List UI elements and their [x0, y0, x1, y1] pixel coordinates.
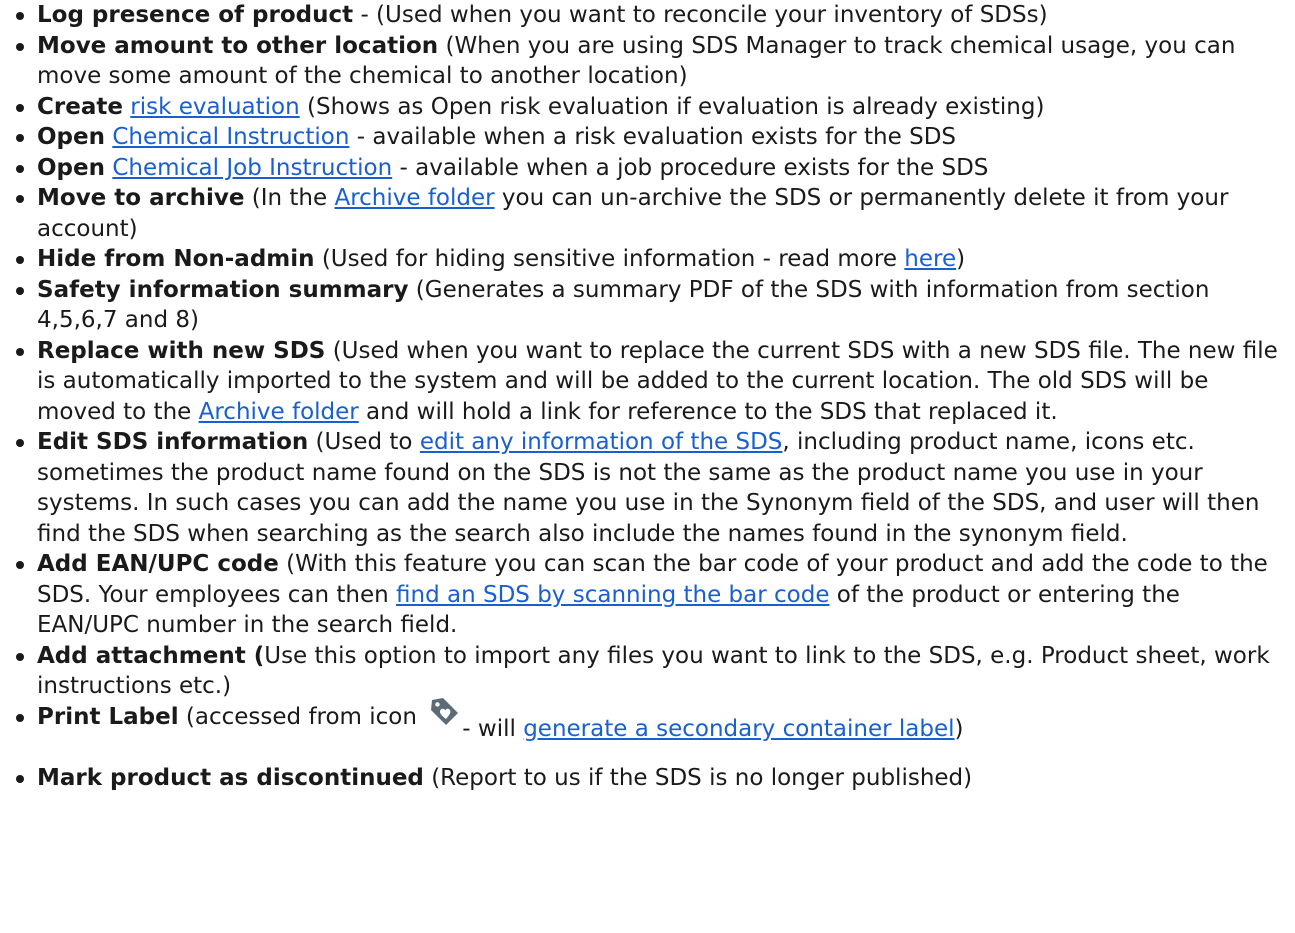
item-title: Move amount to other location — [37, 32, 439, 59]
archive-folder-link[interactable]: Archive folder — [334, 185, 494, 211]
item-pre: (Used to — [308, 429, 420, 455]
item-title: Create — [37, 93, 123, 120]
item-pre: (accessed from icon — [178, 703, 425, 730]
item-title: Hide from Non-admin — [37, 246, 315, 272]
list-item: Mark product as discontinued (Report to … — [16, 763, 1282, 794]
item-text: - available when a job procedure exists … — [392, 154, 989, 181]
list-item: Log presence of product - (Used when you… — [16, 0, 1282, 31]
tag-heart-icon-graphic — [431, 697, 459, 725]
list-item: Print Label (accessed from icon - will g… — [16, 697, 1282, 763]
archive-folder-link[interactable]: Archive folder — [199, 399, 359, 425]
chemical-instruction-link[interactable]: Chemical Instruction — [112, 124, 349, 150]
item-text: ) — [956, 246, 966, 272]
list-item: Move amount to other location (When you … — [16, 31, 1282, 92]
list-item: Move to archive (In the Archive folder y… — [16, 183, 1282, 244]
list-item: Create risk evaluation (Shows as Open ri… — [16, 92, 1282, 123]
generate-label-link[interactable]: generate a secondary container label — [523, 716, 954, 742]
list-item: Hide from Non-admin (Used for hiding sen… — [16, 244, 1282, 275]
item-pre: (Used for hiding sensitive information -… — [314, 246, 905, 272]
item-title: Add attachment ( — [37, 642, 265, 669]
item-title: Add EAN/UPC code — [37, 551, 279, 577]
item-title: Open — [37, 124, 105, 150]
list-item: Open Chemical Job Instruction - availabl… — [16, 153, 1282, 184]
read-more-here-link[interactable]: here — [904, 246, 956, 272]
feature-list: Log presence of product - (Used when you… — [0, 0, 1282, 793]
item-title: Log presence of product — [37, 2, 354, 28]
risk-evaluation-link[interactable]: risk evaluation — [130, 94, 299, 120]
item-title: Mark product as discontinued — [37, 764, 424, 791]
item-title: Edit SDS information — [37, 429, 309, 455]
list-item: Edit SDS information (Used to edit any i… — [16, 427, 1282, 549]
item-text: - available when a risk evaluation exist… — [349, 124, 957, 150]
chemical-job-instruction-link[interactable]: Chemical Job Instruction — [112, 155, 392, 181]
item-title: Open — [37, 154, 105, 181]
item-text: ) — [954, 715, 964, 742]
item-title: Print Label — [37, 703, 179, 730]
item-mid: - will — [462, 715, 524, 742]
find-sds-by-barcode-link[interactable]: find an SDS by scanning the bar code — [396, 582, 829, 608]
edit-sds-information-link[interactable]: edit any information of the SDS — [420, 429, 783, 455]
item-text: - (Used when you want to reconcile your … — [353, 2, 1048, 28]
list-item: Open Chemical Instruction - available wh… — [16, 122, 1282, 153]
item-title: Move to archive — [37, 185, 245, 211]
list-item: Replace with new SDS (Used when you want… — [16, 336, 1282, 428]
item-title: Safety information summary — [37, 276, 409, 303]
list-item: Safety information summary (Generates a … — [16, 275, 1282, 336]
item-text: and will hold a link for reference to th… — [358, 398, 1058, 425]
item-text: (Shows as Open risk evaluation if evalua… — [299, 93, 1045, 120]
list-item: Add EAN/UPC code (With this feature you … — [16, 549, 1282, 641]
list-item: Add attachment (Use this option to impor… — [16, 641, 1282, 702]
item-title: Replace with new SDS — [37, 337, 326, 364]
tag-heart-icon[interactable] — [428, 694, 462, 725]
print-label-continuation: - will generate a secondary container la… — [462, 714, 963, 745]
item-text: (Report to us if the SDS is no longer pu… — [423, 764, 973, 791]
item-pre: (In the — [244, 185, 335, 211]
